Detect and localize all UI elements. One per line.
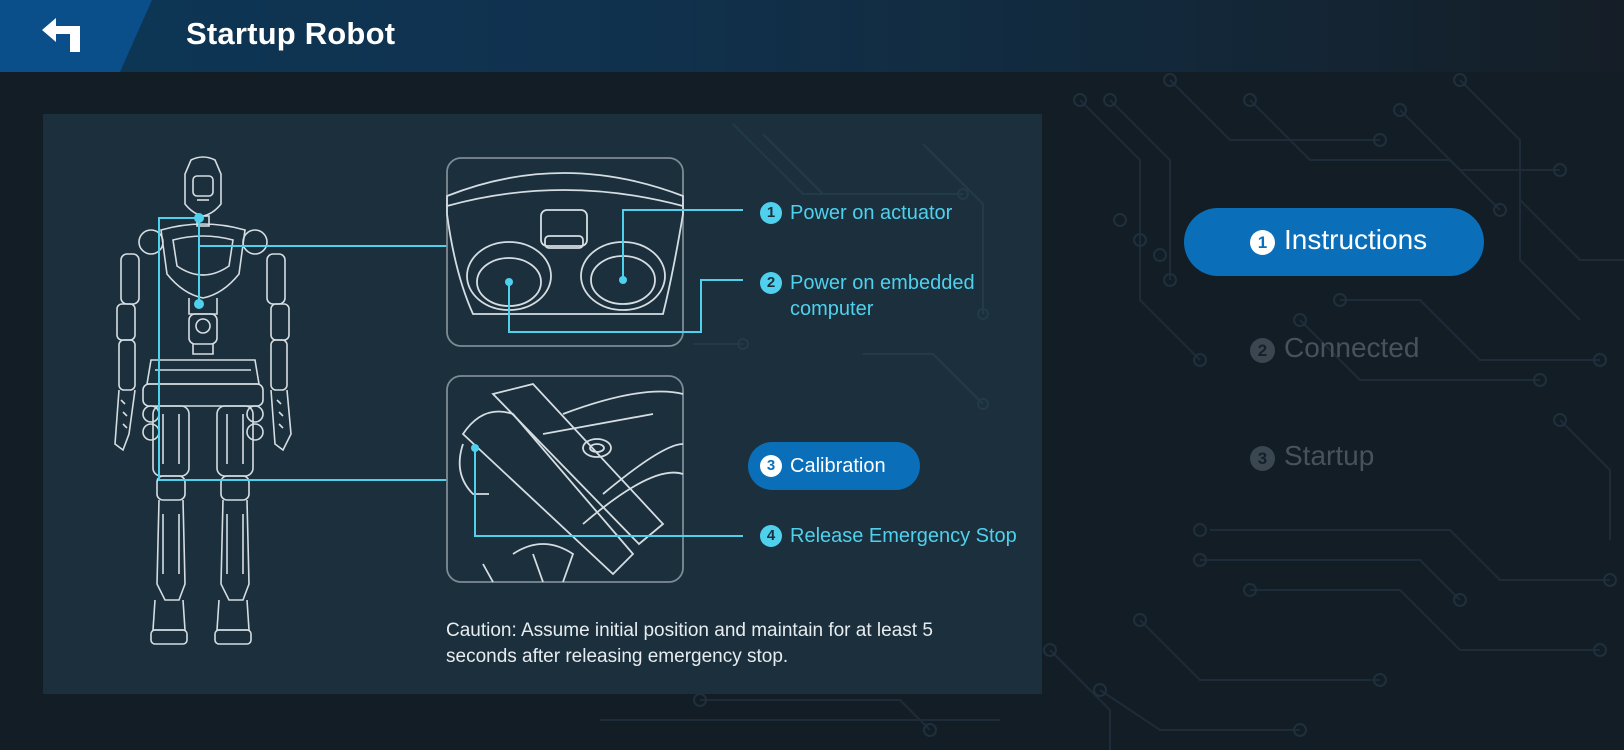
stepper-2-number: 2 [1250,338,1275,363]
header-bar: Startup Robot [0,0,1624,72]
instructions-panel: 1 Power on actuator 2 Power on embedded … [43,114,1042,694]
step-release-emergency-stop: Release Emergency Stop [790,525,1017,547]
calibration-label: Calibration [790,455,886,477]
caution-text: Caution: Assume initial position and mai… [446,620,933,667]
page-title: Startup Robot [186,16,396,51]
stepper-connected[interactable]: 2 Connected [1184,316,1484,384]
step-power-on-actuator: Power on actuator [790,202,953,224]
stepper-3-number: 3 [1250,446,1275,471]
emergency-stop-illustration [446,375,684,583]
stepper-startup[interactable]: 3 Startup [1184,424,1484,492]
stepper-instructions-label: Instructions [1284,224,1428,255]
step-2-number: 2 [760,272,782,294]
stepper-1-number: 1 [1250,230,1275,255]
step-3-number: 3 [760,455,782,477]
step-power-on-embedded-computer: Power on embedded computer [790,272,975,320]
power-buttons-illustration [446,157,684,347]
stepper-startup-label: Startup [1284,440,1375,471]
stepper-connected-label: Connected [1284,332,1420,363]
step-1-number: 1 [760,202,782,224]
stepper-instructions[interactable]: 1 Instructions [1184,208,1484,276]
robot-figure [114,156,292,645]
back-button[interactable] [0,0,152,72]
calibration-button[interactable]: 3 Calibration [748,442,920,490]
back-arrow-icon [42,18,80,52]
step-4-number: 4 [760,525,782,547]
